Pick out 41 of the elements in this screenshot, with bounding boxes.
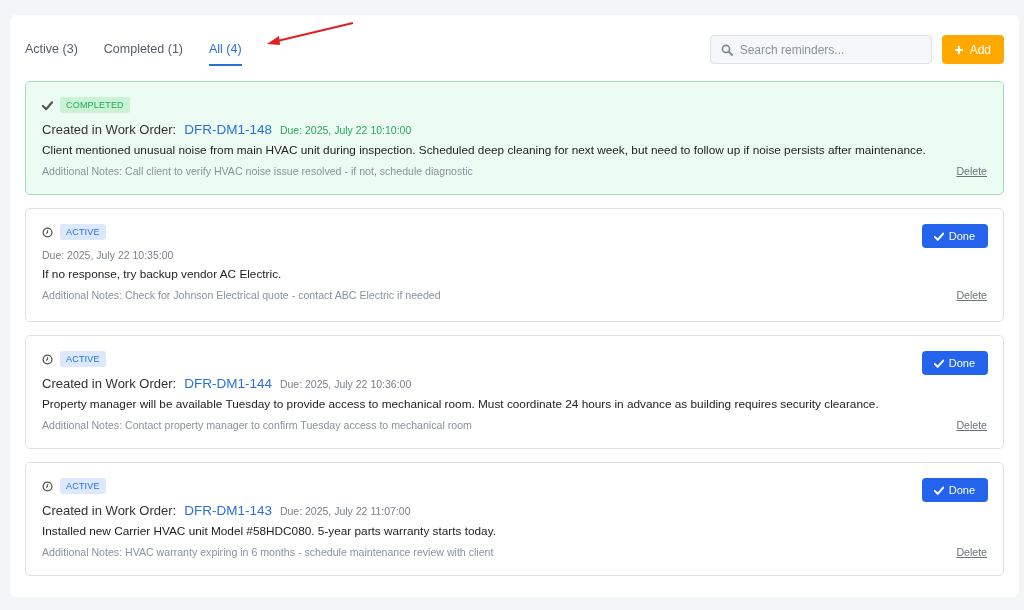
due-date: Due: 2025, July 22 10:35:00 (42, 249, 175, 261)
reminder-description: Installed new Carrier HVAC unit Model #58HDC080. 5-year parts warranty starts today. (42, 524, 497, 538)
clock-icon (42, 480, 53, 492)
filter-tab[interactable]: All (4) (209, 39, 242, 66)
status-badge: ACTIVE (60, 351, 106, 367)
work-order-label: Created in Work Order: (42, 376, 177, 391)
delete-link[interactable]: Delete (956, 165, 987, 177)
check-icon (933, 231, 944, 241)
plus-icon (953, 44, 964, 55)
due-date: Due: 2025, July 22 10:10:00 (279, 124, 412, 136)
reminder-description: Property manager will be available Tuesday to provide access to mechanical room. Must coordinate 24 hours in advance as building requires security clearance. (42, 397, 880, 411)
work-order-label: Created in Work Order: (42, 122, 177, 137)
additional-notes: Additional Notes: HVAC warranty expiring in 6 months - schedule maintenance review with client (42, 546, 494, 558)
clock-icon (42, 226, 53, 238)
filter-tab[interactable]: Active (3) (25, 39, 78, 66)
reminder-description: If no response, try backup vendor AC Electric. (42, 267, 283, 281)
check-icon (933, 485, 944, 495)
filter-tab[interactable]: Completed (1) (103, 39, 183, 66)
delete-link[interactable]: Delete (956, 419, 987, 431)
additional-notes: Additional Notes: Call client to verify HVAC noise issue resolved - if not, schedule diagnostic (42, 165, 473, 177)
reminder-description: Client mentioned unusual noise from main HVAC unit during inspection. Scheduled deep cleaning for next week, but need to follow up if noise persists after maintenance. (42, 143, 927, 157)
clock-icon (42, 353, 53, 365)
work-order-link[interactable]: DFR-DM1-144 (184, 376, 272, 391)
additional-notes: Additional Notes: Contact property manager to confirm Tuesday access to mechanical room (42, 419, 472, 431)
status-badge: COMPLETED (60, 97, 130, 113)
additional-notes: Additional Notes: Check for Johnson Electrical quote - contact ABC Electric if needed (42, 289, 441, 301)
check-icon (933, 358, 944, 368)
done-button[interactable]: Done (921, 478, 988, 502)
work-order-link[interactable]: DFR-DM1-148 (184, 122, 272, 137)
done-button[interactable]: Done (921, 224, 988, 248)
status-badge: ACTIVE (60, 478, 106, 494)
delete-link[interactable]: Delete (956, 289, 987, 301)
due-date: Due: 2025, July 22 10:36:00 (279, 378, 412, 390)
check-icon (42, 99, 53, 111)
done-button[interactable]: Done (921, 351, 988, 375)
due-date: Due: 2025, July 22 11:07:00 (279, 505, 411, 517)
status-badge: ACTIVE (60, 224, 106, 240)
work-order-link[interactable]: DFR-DM1-143 (184, 503, 272, 518)
work-order-label: Created in Work Order: (42, 503, 177, 518)
delete-link[interactable]: Delete (956, 546, 987, 558)
search-field[interactable]: Search reminders... (709, 35, 932, 64)
